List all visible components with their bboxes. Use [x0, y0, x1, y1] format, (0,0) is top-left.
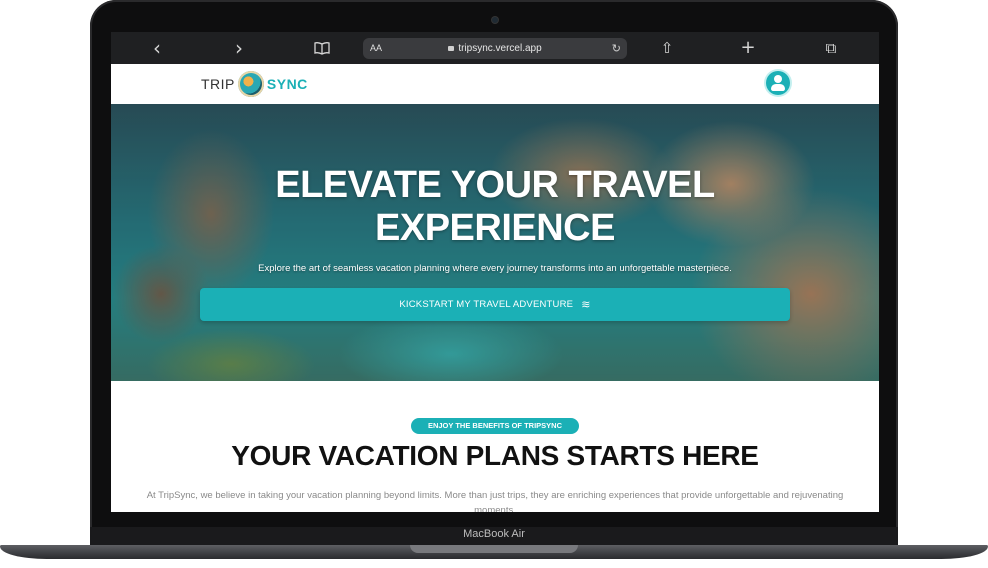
device-label: MacBook Air: [463, 528, 525, 540]
camera: [492, 17, 498, 23]
book-icon[interactable]: [313, 38, 331, 58]
hero-title-line2: EXPERIENCE: [375, 207, 615, 249]
hero-subtitle: Explore the art of seamless vacation pla…: [258, 263, 732, 274]
logo-text-trip: TRIP: [201, 76, 235, 92]
hero-title-line1: ELEVATE YOUR TRAVEL: [275, 164, 715, 206]
hero-title: ELEVATE YOUR TRAVEL EXPERIENCE: [111, 164, 879, 250]
cta-label: KICKSTART MY TRAVEL ADVENTURE: [399, 299, 574, 311]
section-body: At TripSync, we believe in taking your v…: [146, 490, 844, 512]
laptop-notch: [410, 545, 578, 553]
site-header: TRIP SYNC: [111, 64, 879, 104]
benefits-badge: ENJOY THE BENEFITS OF TRIPSYNC: [411, 418, 579, 434]
address-bar[interactable]: AA tripsync.vercel.app ↻: [363, 38, 627, 59]
browser-toolbar: ‹ › AA tripsync.vercel.app ↻ ⇧ + ⧉: [111, 32, 879, 64]
forward-icon[interactable]: ›: [231, 38, 247, 58]
reload-icon[interactable]: ↻: [612, 38, 621, 59]
globe-logo-icon: [237, 71, 264, 97]
new-tab-icon[interactable]: +: [740, 38, 756, 58]
logo-text-sync: SYNC: [266, 76, 308, 92]
hero-section: ELEVATE YOUR TRAVEL EXPERIENCE Explore t…: [111, 104, 879, 381]
url-text: tripsync.vercel.app: [458, 43, 542, 54]
screen: ‹ › AA tripsync.vercel.app ↻ ⇧ + ⧉ TRIP …: [111, 32, 879, 512]
travel-icon: ≋: [581, 298, 591, 311]
user-profile-icon[interactable]: [766, 71, 790, 95]
lock-icon: [448, 46, 455, 51]
logo[interactable]: TRIP SYNC: [201, 70, 308, 98]
back-icon[interactable]: ‹: [149, 38, 165, 58]
tabs-icon[interactable]: ⧉: [823, 38, 839, 58]
section-title: YOUR VACATION PLANS STARTS HERE: [231, 440, 759, 471]
share-icon[interactable]: ⇧: [659, 38, 675, 58]
kickstart-adventure-button[interactable]: KICKSTART MY TRAVEL ADVENTURE ≋: [200, 288, 790, 321]
